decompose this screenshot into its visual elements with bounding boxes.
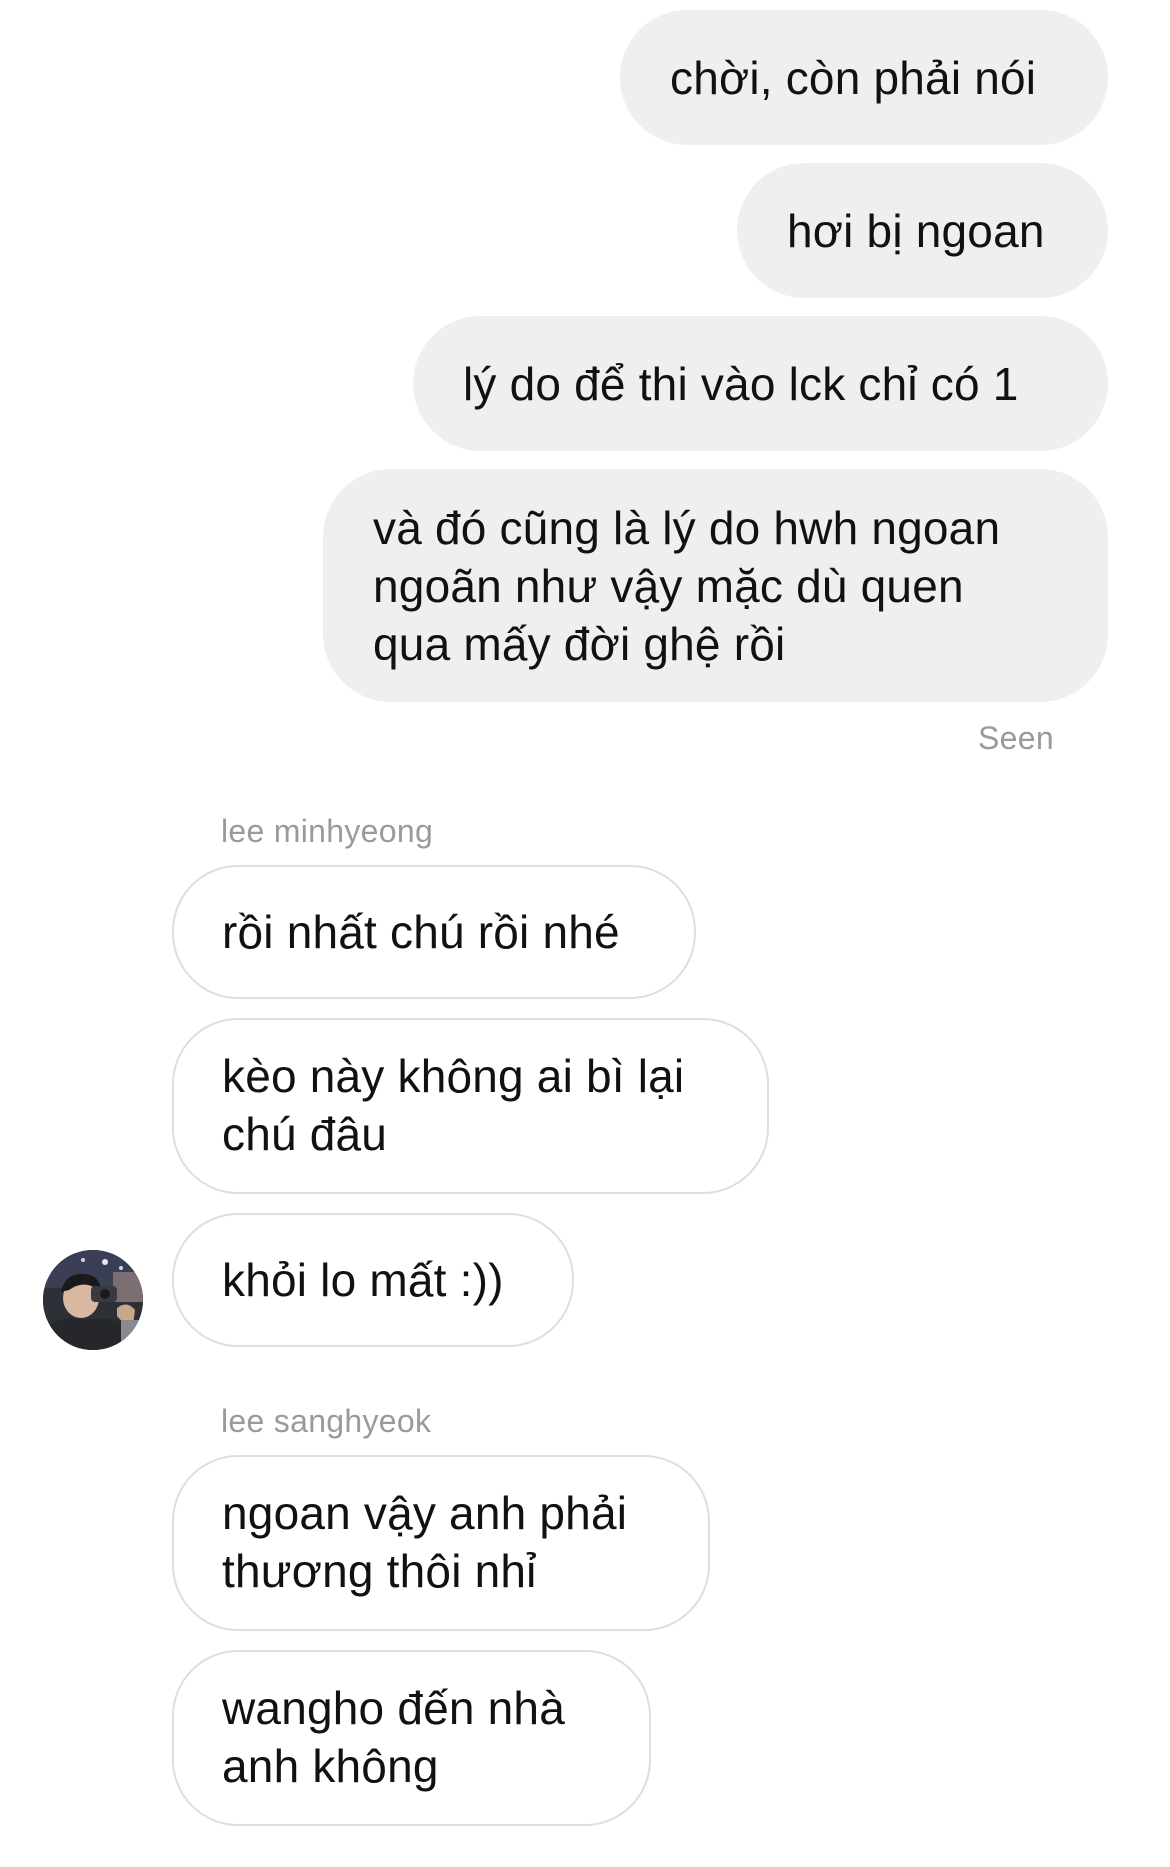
seen-status: Seen [978, 720, 1054, 756]
sender-name: lee sanghyeok [221, 1403, 432, 1439]
message-text: rồi nhất chú rồi nhé [222, 906, 620, 958]
message-text: kèo này không ai bì lại chú đâu [222, 1050, 685, 1160]
avatar-image [43, 1250, 143, 1350]
received-message[interactable]: ngoan vậy anh phải thương thôi nhỉ [172, 1455, 710, 1631]
sent-message[interactable]: hơi bị ngoan [737, 163, 1108, 298]
user-photo-avatar[interactable] [43, 1250, 143, 1350]
sent-message[interactable]: và đó cũng là lý do hwh ngoan ngoãn như … [323, 469, 1108, 702]
message-text: hơi bị ngoan [787, 204, 1045, 257]
received-message[interactable]: kèo này không ai bì lại chú đâu [172, 1018, 769, 1194]
received-message[interactable]: khỏi lo mất :)) [172, 1213, 574, 1347]
message-text: wangho đến nhà anh không [222, 1682, 565, 1792]
received-message[interactable]: wangho đến nhà anh không [172, 1650, 651, 1826]
message-text: ngoan vậy anh phải thương thôi nhỉ [222, 1487, 628, 1597]
message-text: và đó cũng là lý do hwh ngoan ngoãn như … [373, 502, 1001, 670]
sent-message[interactable]: chời, còn phải nói [620, 10, 1108, 145]
received-message[interactable]: rồi nhất chú rồi nhé [172, 865, 696, 999]
message-text: khỏi lo mất :)) [222, 1254, 504, 1306]
message-text: lý do để thi vào lck chỉ có 1 [463, 357, 1019, 410]
sent-message[interactable]: lý do để thi vào lck chỉ có 1 [413, 316, 1108, 451]
message-text: chời, còn phải nói [670, 51, 1037, 104]
sender-name: lee minhyeong [221, 813, 434, 849]
